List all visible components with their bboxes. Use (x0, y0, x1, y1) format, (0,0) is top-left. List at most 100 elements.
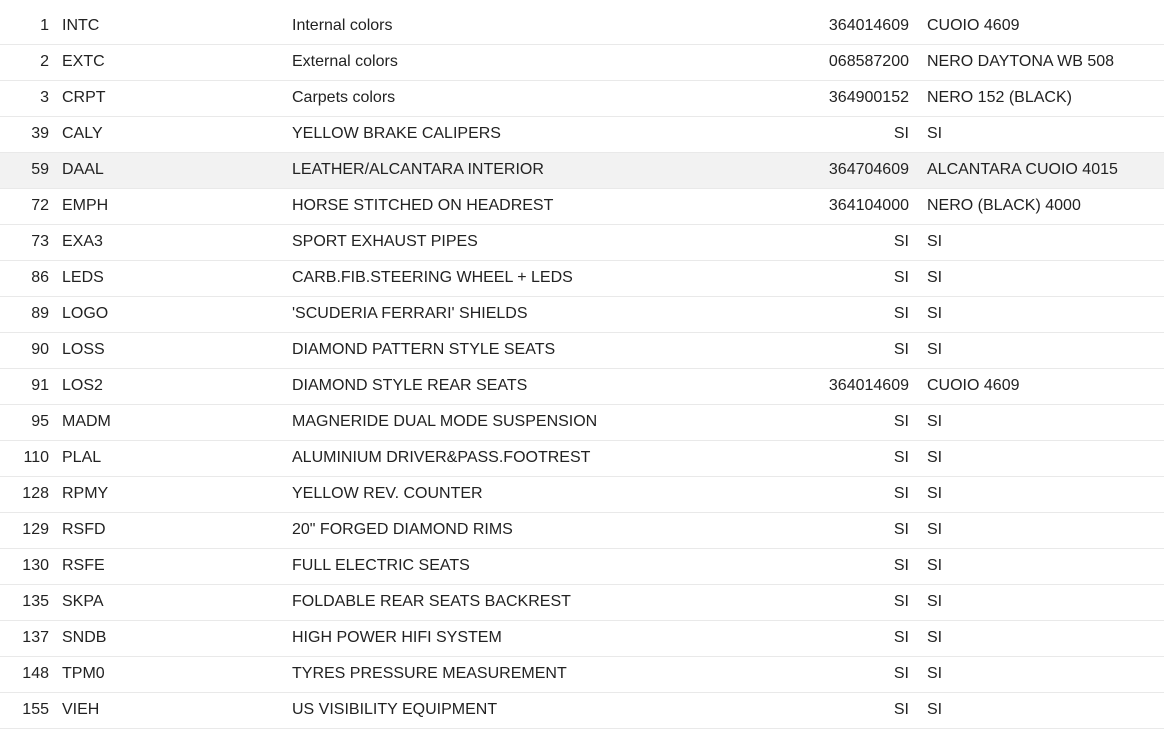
option-description: HORSE STITCHED ON HEADREST (281, 188, 803, 225)
option-value: 364014609 (803, 368, 910, 405)
table-row: 129 RSFD 20" FORGED DIAMOND RIMS SI SI (0, 512, 1164, 549)
option-description: HIGH POWER HIFI SYSTEM (281, 620, 803, 657)
option-description: YELLOW BRAKE CALIPERS (281, 116, 803, 153)
option-value-name: SI (910, 404, 1164, 441)
option-value: SI (803, 404, 910, 441)
table-row: 86 LEDS CARB.FIB.STEERING WHEEL + LEDS S… (0, 260, 1164, 297)
option-value: 364900152 (803, 80, 910, 117)
option-value: 068587200 (803, 44, 910, 81)
options-table: 1 INTC Internal colors 364014609 CUOIO 4… (0, 8, 1164, 729)
option-code: MADM (61, 404, 281, 441)
option-number: 39 (0, 116, 61, 153)
option-value-name: CUOIO 4609 (910, 8, 1164, 45)
option-description: External colors (281, 44, 803, 81)
option-code: LOGO (61, 296, 281, 333)
option-description: ALUMINIUM DRIVER&PASS.FOOTREST (281, 440, 803, 477)
option-value: SI (803, 548, 910, 585)
table-row: 137 SNDB HIGH POWER HIFI SYSTEM SI SI (0, 620, 1164, 657)
option-number: 110 (0, 440, 61, 477)
option-number: 128 (0, 476, 61, 513)
option-value: SI (803, 260, 910, 297)
option-code: EXA3 (61, 224, 281, 261)
option-description: US VISIBILITY EQUIPMENT (281, 692, 803, 729)
option-code: VIEH (61, 692, 281, 729)
table-row: 110 PLAL ALUMINIUM DRIVER&PASS.FOOTREST … (0, 440, 1164, 477)
option-number: 86 (0, 260, 61, 297)
option-description: MAGNERIDE DUAL MODE SUSPENSION (281, 404, 803, 441)
option-number: 73 (0, 224, 61, 261)
option-value-name: SI (910, 692, 1164, 729)
option-code: CALY (61, 116, 281, 153)
option-code: CRPT (61, 80, 281, 117)
option-code: EXTC (61, 44, 281, 81)
option-value-name: SI (910, 296, 1164, 333)
option-value: SI (803, 332, 910, 369)
option-number: 1 (0, 8, 61, 45)
option-code: SNDB (61, 620, 281, 657)
table-row: 89 LOGO 'SCUDERIA FERRARI' SHIELDS SI SI (0, 296, 1164, 333)
option-value: SI (803, 116, 910, 153)
table-row: 155 VIEH US VISIBILITY EQUIPMENT SI SI (0, 692, 1164, 729)
table-row: 39 CALY YELLOW BRAKE CALIPERS SI SI (0, 116, 1164, 153)
option-value: SI (803, 692, 910, 729)
option-value-name: SI (910, 332, 1164, 369)
option-number: 3 (0, 80, 61, 117)
option-number: 148 (0, 656, 61, 693)
option-description: DIAMOND PATTERN STYLE SEATS (281, 332, 803, 369)
option-value-name: SI (910, 620, 1164, 657)
option-number: 89 (0, 296, 61, 333)
option-value-name: SI (910, 224, 1164, 261)
option-description: FULL ELECTRIC SEATS (281, 548, 803, 585)
option-value-name: SI (910, 548, 1164, 585)
option-value-name: NERO (BLACK) 4000 (910, 188, 1164, 225)
option-number: 95 (0, 404, 61, 441)
option-value: SI (803, 620, 910, 657)
option-value: SI (803, 584, 910, 621)
option-value-name: CUOIO 4609 (910, 368, 1164, 405)
table-row: 2 EXTC External colors 068587200 NERO DA… (0, 44, 1164, 81)
option-code: SKPA (61, 584, 281, 621)
option-value: 364014609 (803, 8, 910, 45)
table-row: 148 TPM0 TYRES PRESSURE MEASUREMENT SI S… (0, 656, 1164, 693)
option-value-name: NERO 152 (BLACK) (910, 80, 1164, 117)
option-description: DIAMOND STYLE REAR SEATS (281, 368, 803, 405)
option-value: SI (803, 440, 910, 477)
option-value: SI (803, 476, 910, 513)
option-number: 59 (0, 152, 61, 189)
option-code: PLAL (61, 440, 281, 477)
table-row: 135 SKPA FOLDABLE REAR SEATS BACKREST SI… (0, 584, 1164, 621)
option-code: LEDS (61, 260, 281, 297)
option-number: 155 (0, 692, 61, 729)
table-row: 1 INTC Internal colors 364014609 CUOIO 4… (0, 8, 1164, 45)
option-code: LOS2 (61, 368, 281, 405)
option-value-name: SI (910, 476, 1164, 513)
table-row: 91 LOS2 DIAMOND STYLE REAR SEATS 3640146… (0, 368, 1164, 405)
option-description: 'SCUDERIA FERRARI' SHIELDS (281, 296, 803, 333)
table-row: 73 EXA3 SPORT EXHAUST PIPES SI SI (0, 224, 1164, 261)
option-number: 129 (0, 512, 61, 549)
option-value-name: SI (910, 584, 1164, 621)
option-description: FOLDABLE REAR SEATS BACKREST (281, 584, 803, 621)
table-row-highlighted: 59 DAAL LEATHER/ALCANTARA INTERIOR 36470… (0, 152, 1164, 189)
option-number: 130 (0, 548, 61, 585)
option-value-name: SI (910, 116, 1164, 153)
option-number: 2 (0, 44, 61, 81)
option-value: SI (803, 512, 910, 549)
option-description: LEATHER/ALCANTARA INTERIOR (281, 152, 803, 189)
option-code: RSFE (61, 548, 281, 585)
option-description: Carpets colors (281, 80, 803, 117)
option-value-name: SI (910, 656, 1164, 693)
table-row: 90 LOSS DIAMOND PATTERN STYLE SEATS SI S… (0, 332, 1164, 369)
option-code: INTC (61, 8, 281, 45)
option-code: LOSS (61, 332, 281, 369)
table-row: 130 RSFE FULL ELECTRIC SEATS SI SI (0, 548, 1164, 585)
option-value-name: SI (910, 260, 1164, 297)
option-value: 364104000 (803, 188, 910, 225)
option-value: SI (803, 224, 910, 261)
option-number: 135 (0, 584, 61, 621)
option-value: SI (803, 656, 910, 693)
option-value: 364704609 (803, 152, 910, 189)
option-number: 72 (0, 188, 61, 225)
option-value-name: SI (910, 512, 1164, 549)
option-code: TPM0 (61, 656, 281, 693)
